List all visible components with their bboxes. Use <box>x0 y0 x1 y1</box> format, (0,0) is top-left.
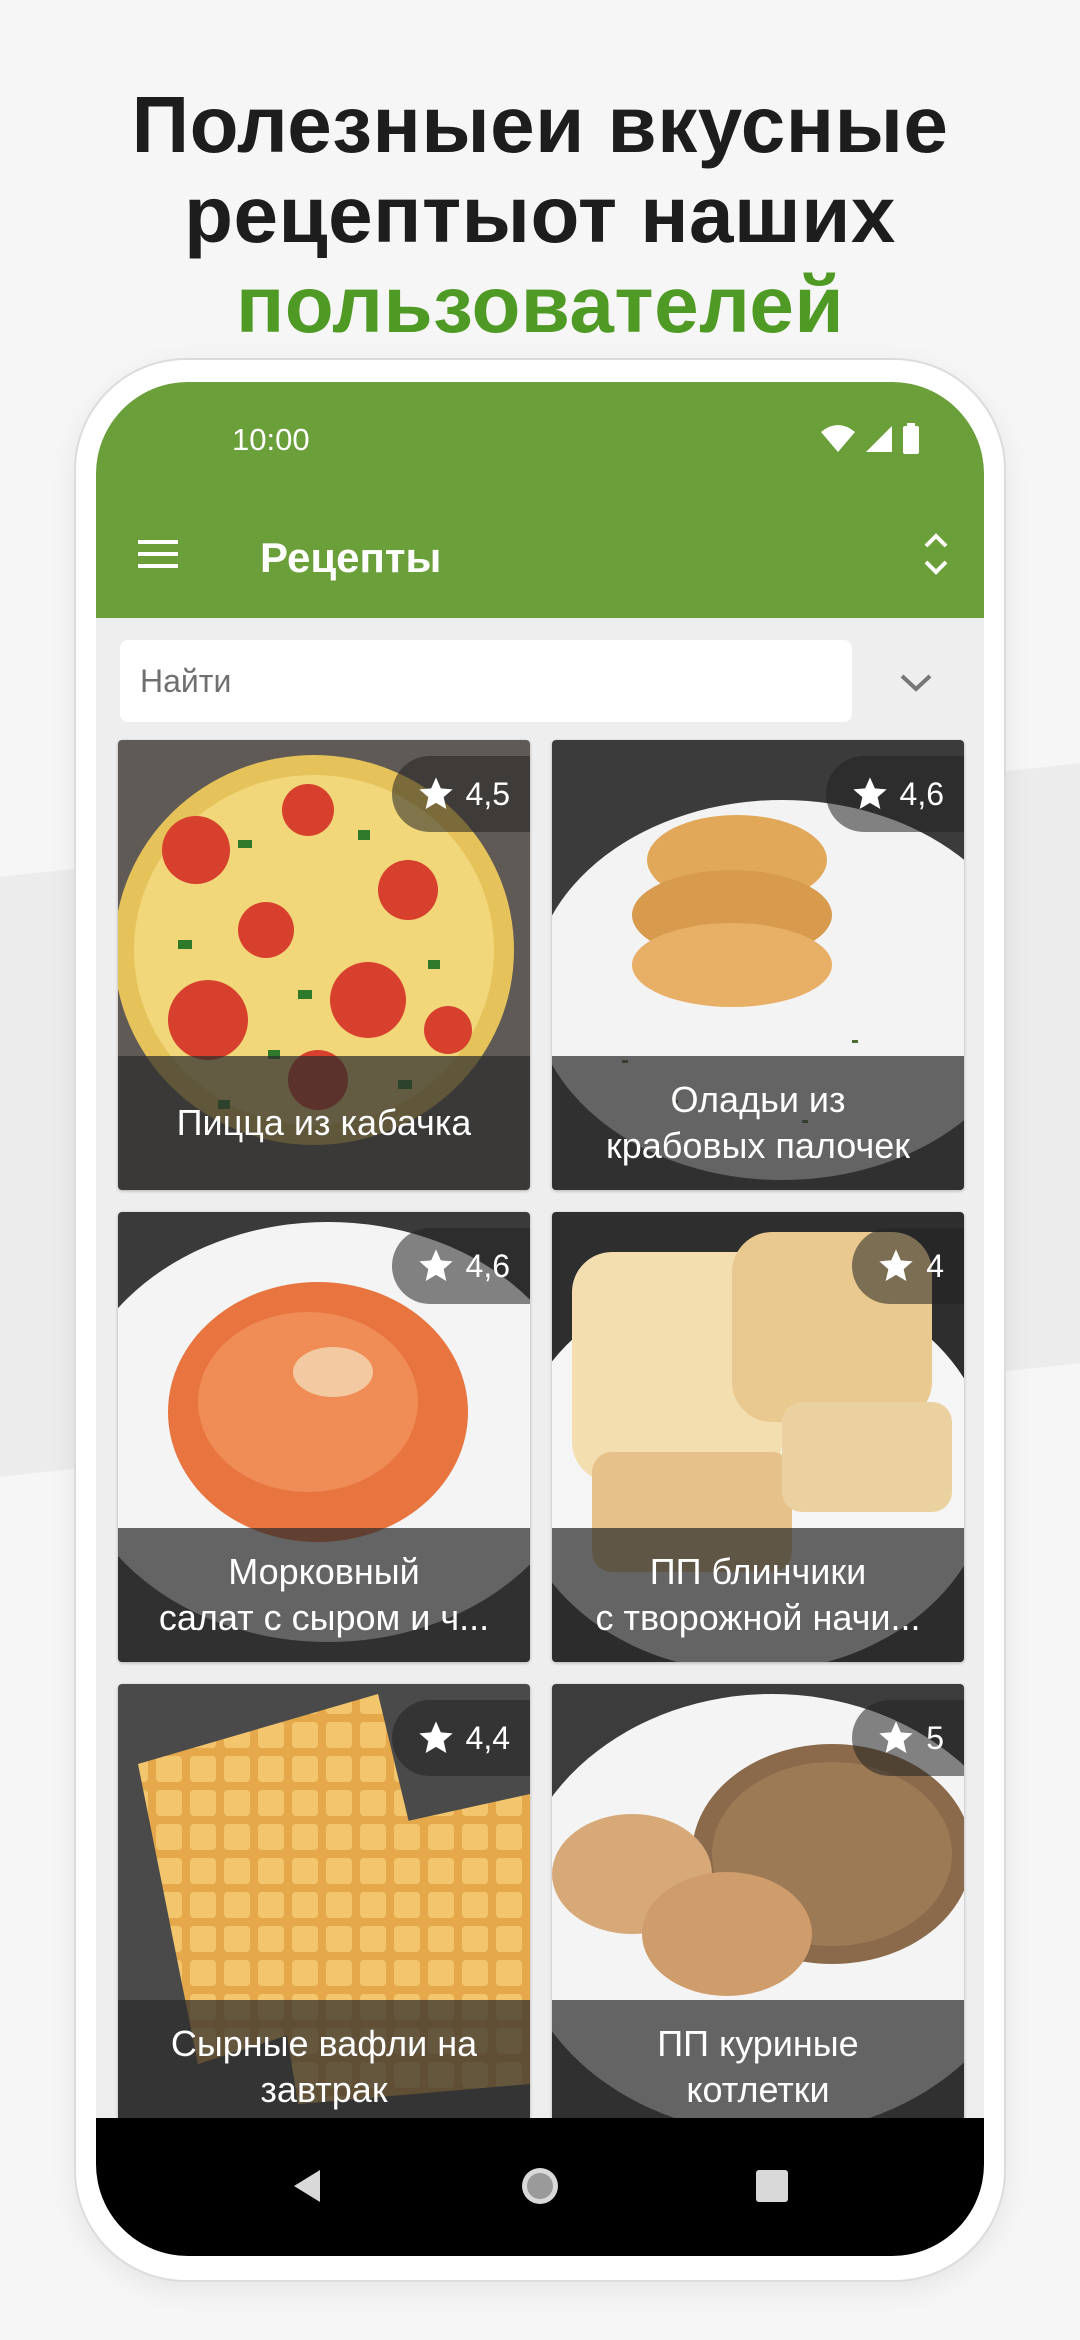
rating-value: 5 <box>926 1719 944 1756</box>
battery-icon <box>903 423 919 454</box>
wifi-icon <box>821 425 855 452</box>
search-input[interactable] <box>120 640 852 722</box>
recipe-title-line: салат с сыром и ч... <box>158 1597 490 1638</box>
star-icon <box>418 1249 453 1281</box>
phone-frame: 10:00 Рецепты Найти 4,5 Пицца из кабачка… <box>76 360 1004 2280</box>
recipe-title-line: ПП блинчики <box>649 1551 867 1592</box>
recipe-title: ПП блинчики с творожной начи... <box>552 1528 964 1662</box>
recipe-title-line: Оладьи из <box>670 1079 846 1120</box>
recipe-card[interactable]: 4,4 Сырные вафли на завтрак <box>118 1684 530 2134</box>
promo-accent: пользователей <box>235 260 845 349</box>
recipe-title-line: Морковный <box>228 1551 420 1592</box>
toolbar-title: Рецепты <box>260 534 442 581</box>
recipe-card[interactable]: 4,6 Морковный салат с сыром и ч... <box>118 1212 530 1662</box>
system-nav-bar <box>96 2118 984 2256</box>
star-icon <box>418 1721 453 1753</box>
recipe-title: Морковный салат с сыром и ч... <box>118 1528 530 1662</box>
rating-value: 4,6 <box>465 1247 510 1284</box>
recipe-title-line: котлетки <box>686 2069 830 2110</box>
recipe-title-line: с творожной начи... <box>595 1597 921 1638</box>
promo-headline: Полезныеи вкусные рецептыот наших пользо… <box>0 80 1080 350</box>
rating-badge: 4,6 <box>825 756 964 832</box>
star-icon <box>879 1721 913 1753</box>
phone-screen: 10:00 Рецепты Найти 4,5 Пицца из кабачка… <box>96 382 984 2256</box>
toolbar: Рецепты <box>96 502 984 612</box>
recipe-title: Сырные вафли на завтрак <box>118 2000 530 2134</box>
status-icons <box>820 422 920 456</box>
home-circle-icon[interactable] <box>508 2154 572 2218</box>
rating-badge: 4,6 <box>391 1228 530 1304</box>
recipe-title: Пицца из кабачка <box>118 1056 530 1190</box>
recipe-title: Оладьи из крабовых палочек <box>552 1056 964 1190</box>
chevron-down-icon[interactable] <box>886 652 946 712</box>
hamburger-menu-icon[interactable] <box>134 530 182 578</box>
unfold-more-icon[interactable] <box>914 524 958 584</box>
recipe-title: ПП куриные котлетки <box>552 2000 964 2134</box>
recents-square-icon[interactable] <box>740 2154 804 2218</box>
rating-badge: 5 <box>852 1700 964 1776</box>
star-icon <box>852 777 887 809</box>
rating-value: 4,5 <box>465 775 510 812</box>
recipe-card[interactable]: 5 ПП куриные котлетки <box>552 1684 964 2134</box>
rating-value: 4 <box>926 1247 944 1284</box>
app-bar: 10:00 Рецепты <box>96 382 984 618</box>
recipe-title-line: Сырные вафли на <box>170 2023 478 2064</box>
star-icon <box>418 777 453 809</box>
recipe-card[interactable]: 4,6 Оладьи из крабовых палочек <box>552 740 964 1190</box>
rating-badge: 4,5 <box>391 756 530 832</box>
status-time: 10:00 <box>232 422 310 457</box>
recipe-title-line: завтрак <box>260 2069 388 2110</box>
recipe-title-line: крабовых палочек <box>605 1125 911 1166</box>
star-icon <box>879 1249 913 1281</box>
promo-line-2: рецептыот наших <box>184 170 896 259</box>
recipe-title-line: Пицца из кабачка <box>176 1102 472 1143</box>
recipe-card[interactable]: 4,5 Пицца из кабачка <box>118 740 530 1190</box>
back-triangle-icon[interactable] <box>276 2154 340 2218</box>
rating-value: 4,4 <box>465 1719 510 1756</box>
recipe-card[interactable]: 4 ПП блинчики с творожной начи... <box>552 1212 964 1662</box>
rating-badge: 4,4 <box>391 1700 530 1776</box>
promo-line-1: Полезныеи вкусные <box>131 80 949 169</box>
rating-value: 4,6 <box>899 775 944 812</box>
rating-badge: 4 <box>852 1228 964 1304</box>
signal-icon <box>866 426 892 452</box>
recipe-title-line: ПП куриные <box>657 2023 859 2064</box>
